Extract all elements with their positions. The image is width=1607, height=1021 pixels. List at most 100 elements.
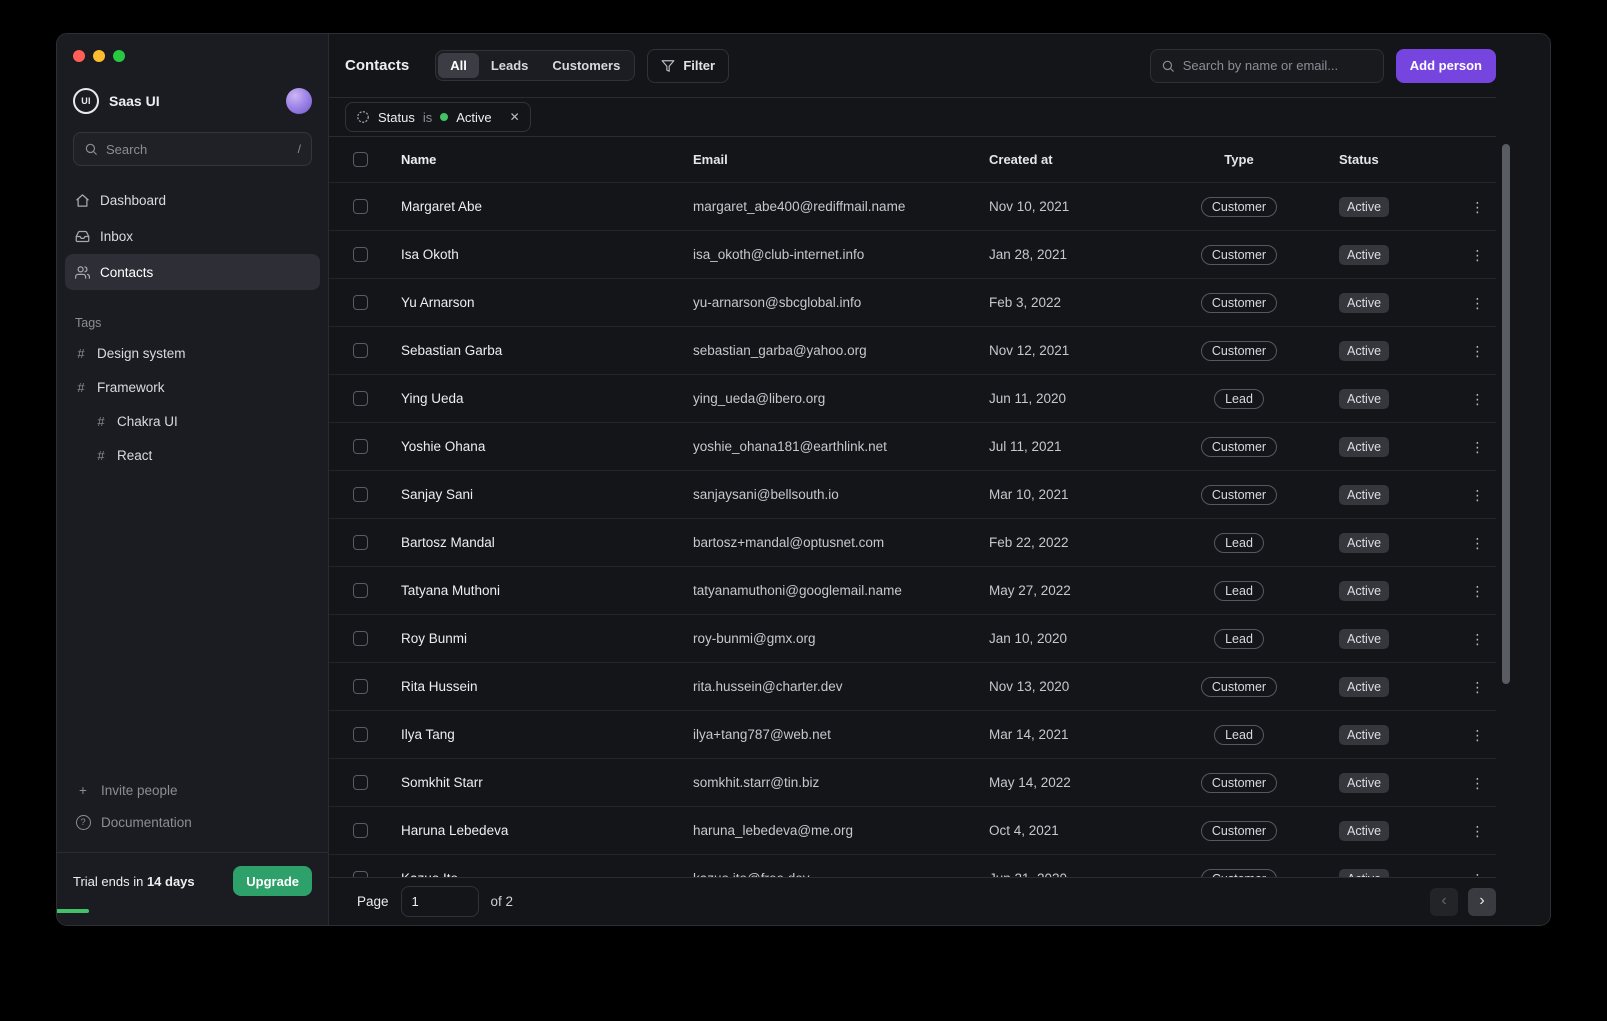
table-row[interactable]: Roy Bunmi roy-bunmi@gmx.org Jan 10, 2020…: [329, 615, 1496, 663]
remove-filter-button[interactable]: ✕: [500, 102, 530, 132]
row-menu-button[interactable]: ⋮: [1466, 195, 1490, 219]
row-checkbox[interactable]: [353, 679, 368, 694]
sidebar-item-inbox[interactable]: Inbox: [65, 218, 320, 254]
row-checkbox[interactable]: [353, 295, 368, 310]
type-badge: Customer: [1201, 677, 1277, 697]
tag-framework[interactable]: # Framework: [65, 370, 320, 404]
active-filters-bar: Status is Active ✕: [329, 98, 1496, 137]
funnel-icon: [661, 59, 675, 73]
row-checkbox[interactable]: [353, 487, 368, 502]
next-page-button[interactable]: ›: [1468, 888, 1496, 916]
page-number-input[interactable]: [401, 886, 479, 917]
column-header-created[interactable]: Created at: [989, 152, 1139, 167]
sidebar-search-input[interactable]: [106, 142, 290, 157]
table-row[interactable]: Yoshie Ohana yoshie_ohana181@earthlink.n…: [329, 423, 1496, 471]
status-filter-chip[interactable]: Status is Active ✕: [345, 102, 531, 132]
select-all-checkbox[interactable]: [353, 152, 368, 167]
row-menu-button[interactable]: ⋮: [1466, 867, 1490, 878]
row-menu-button[interactable]: ⋮: [1466, 339, 1490, 363]
column-header-status[interactable]: Status: [1339, 152, 1459, 167]
table-row[interactable]: Margaret Abe margaret_abe400@rediffmail.…: [329, 183, 1496, 231]
row-menu-button[interactable]: ⋮: [1466, 819, 1490, 843]
row-checkbox[interactable]: [353, 247, 368, 262]
previous-page-button[interactable]: ‹: [1430, 888, 1458, 916]
table-row[interactable]: Isa Okoth isa_okoth@club-internet.info J…: [329, 231, 1496, 279]
tag-react[interactable]: # React: [85, 438, 320, 472]
tag-design-system[interactable]: # Design system: [65, 336, 320, 370]
tags-heading: Tags: [75, 316, 328, 330]
row-menu-button[interactable]: ⋮: [1466, 291, 1490, 315]
close-window-button[interactable]: [73, 50, 85, 62]
row-checkbox[interactable]: [353, 823, 368, 838]
contact-email: bartosz+mandal@optusnet.com: [693, 535, 989, 550]
contact-created-at: Jun 11, 2020: [989, 391, 1139, 406]
column-header-name[interactable]: Name: [393, 152, 693, 167]
table-row[interactable]: Haruna Lebedeva haruna_lebedeva@me.org O…: [329, 807, 1496, 855]
tab-customers[interactable]: Customers: [540, 53, 632, 78]
column-header-email[interactable]: Email: [693, 152, 989, 167]
chevron-left-icon: ‹: [1441, 892, 1446, 910]
tab-leads[interactable]: Leads: [479, 53, 541, 78]
row-checkbox[interactable]: [353, 391, 368, 406]
column-header-type[interactable]: Type: [1139, 152, 1339, 167]
hash-icon: #: [95, 448, 107, 463]
row-checkbox[interactable]: [353, 343, 368, 358]
row-menu-button[interactable]: ⋮: [1466, 675, 1490, 699]
table-row[interactable]: Tatyana Muthoni tatyanamuthoni@googlemai…: [329, 567, 1496, 615]
row-menu-button[interactable]: ⋮: [1466, 243, 1490, 267]
contacts-search-input[interactable]: [1183, 58, 1373, 73]
row-checkbox[interactable]: [353, 535, 368, 550]
contact-created-at: May 27, 2022: [989, 583, 1139, 598]
row-checkbox[interactable]: [353, 775, 368, 790]
row-menu-button[interactable]: ⋮: [1466, 531, 1490, 555]
user-avatar[interactable]: [286, 88, 312, 114]
add-person-button[interactable]: Add person: [1396, 49, 1496, 83]
type-badge: Lead: [1214, 533, 1264, 553]
sidebar-item-dashboard[interactable]: Dashboard: [65, 182, 320, 218]
minimize-window-button[interactable]: [93, 50, 105, 62]
contact-name: Ying Ueda: [393, 391, 693, 406]
status-badge: Active: [1339, 725, 1389, 745]
row-menu-button[interactable]: ⋮: [1466, 435, 1490, 459]
row-menu-button[interactable]: ⋮: [1466, 483, 1490, 507]
row-checkbox[interactable]: [353, 631, 368, 646]
zoom-window-button[interactable]: [113, 50, 125, 62]
table-row[interactable]: Rita Hussein rita.hussein@charter.dev No…: [329, 663, 1496, 711]
contact-name: Rita Hussein: [393, 679, 693, 694]
contacts-search[interactable]: [1150, 49, 1384, 83]
sidebar-search[interactable]: /: [73, 132, 312, 166]
table-row[interactable]: Bartosz Mandal bartosz+mandal@optusnet.c…: [329, 519, 1496, 567]
table-row[interactable]: Kazuo Ito kazuo.ito@free.dev Jun 21, 202…: [329, 855, 1496, 877]
row-checkbox[interactable]: [353, 439, 368, 454]
table-row[interactable]: Ilya Tang ilya+tang787@web.net Mar 14, 2…: [329, 711, 1496, 759]
table-row[interactable]: Sanjay Sani sanjaysani@bellsouth.io Mar …: [329, 471, 1496, 519]
row-checkbox[interactable]: [353, 727, 368, 742]
invite-people-link[interactable]: + Invite people: [65, 774, 320, 806]
tag-chakra-ui[interactable]: # Chakra UI: [85, 404, 320, 438]
table-row[interactable]: Yu Arnarson yu-arnarson@sbcglobal.info F…: [329, 279, 1496, 327]
type-badge: Customer: [1201, 869, 1277, 878]
sidebar-item-contacts[interactable]: Contacts: [65, 254, 320, 290]
trial-text: Trial ends in 14 days: [73, 874, 195, 889]
row-checkbox[interactable]: [353, 199, 368, 214]
row-checkbox[interactable]: [353, 583, 368, 598]
contact-name: Yoshie Ohana: [393, 439, 693, 454]
row-menu-button[interactable]: ⋮: [1466, 771, 1490, 795]
contact-email: yu-arnarson@sbcglobal.info: [693, 295, 989, 310]
contact-email: sanjaysani@bellsouth.io: [693, 487, 989, 502]
row-menu-button[interactable]: ⋮: [1466, 627, 1490, 651]
documentation-link[interactable]: ? Documentation: [65, 806, 320, 838]
contact-created-at: Nov 13, 2020: [989, 679, 1139, 694]
row-menu-button[interactable]: ⋮: [1466, 579, 1490, 603]
contact-email: rita.hussein@charter.dev: [693, 679, 989, 694]
row-menu-button[interactable]: ⋮: [1466, 723, 1490, 747]
vertical-scrollbar[interactable]: [1502, 144, 1510, 684]
row-menu-button[interactable]: ⋮: [1466, 387, 1490, 411]
table-row[interactable]: Sebastian Garba sebastian_garba@yahoo.or…: [329, 327, 1496, 375]
upgrade-button[interactable]: Upgrade: [233, 866, 312, 896]
table-row[interactable]: Ying Ueda ying_ueda@libero.org Jun 11, 2…: [329, 375, 1496, 423]
table-row[interactable]: Somkhit Starr somkhit.starr@tin.biz May …: [329, 759, 1496, 807]
filter-button[interactable]: Filter: [647, 49, 729, 83]
tab-all[interactable]: All: [438, 53, 479, 78]
search-icon: [84, 142, 98, 156]
